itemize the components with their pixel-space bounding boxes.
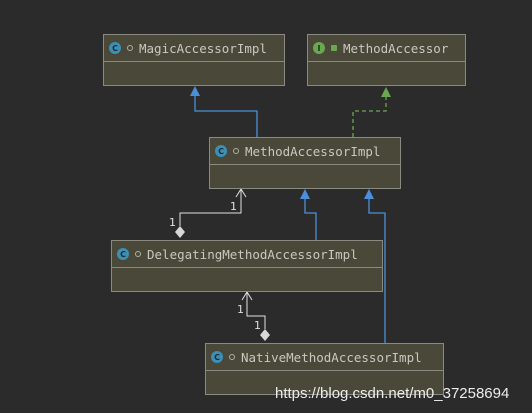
implements-edge-methodaccessor: [352, 97, 387, 137]
class-node-delegating-method-accessor-impl[interactable]: C DelegatingMethodAccessorImpl: [111, 240, 383, 292]
extends-arrowhead-native: [364, 189, 374, 199]
aggregation-diamond-delegating: [175, 226, 185, 238]
class-header: C MethodAccessorImpl: [210, 138, 400, 165]
class-name: NativeMethodAccessorImpl: [241, 349, 422, 365]
multiplicity-label: 1: [254, 319, 261, 332]
extends-edge-magic: [194, 96, 258, 137]
extends-arrowhead-delegating: [300, 189, 310, 199]
class-node-method-accessor-impl[interactable]: C MethodAccessorImpl: [209, 137, 401, 189]
class-header: C NativeMethodAccessorImpl: [206, 344, 443, 371]
multiplicity-label: 1: [230, 200, 237, 213]
class-name: MethodAccessor: [343, 40, 449, 56]
watermark-url: https://blog.csdn.net/m0_37258694: [275, 385, 510, 402]
class-node-method-accessor[interactable]: I MethodAccessor: [307, 34, 466, 86]
abstract-class-icon: C: [215, 145, 227, 157]
class-name: MethodAccessorImpl: [245, 143, 381, 159]
class-icon: C: [117, 248, 129, 260]
package-private-icon: [229, 354, 235, 360]
class-header: I MethodAccessor: [308, 35, 465, 62]
multiplicity-label: 1: [237, 303, 244, 316]
class-icon: C: [109, 42, 121, 54]
multiplicity-label: 1: [169, 216, 176, 229]
class-node-magic-accessor-impl[interactable]: C MagicAccessorImpl: [103, 34, 285, 86]
package-private-icon: [233, 148, 239, 154]
class-icon: C: [211, 351, 223, 363]
extends-edge-delegating: [304, 199, 317, 240]
class-name: DelegatingMethodAccessorImpl: [147, 246, 358, 262]
aggregation-diamond-native: [260, 329, 270, 341]
package-private-icon: [135, 251, 141, 257]
class-header: C MagicAccessorImpl: [104, 35, 284, 62]
class-name: MagicAccessorImpl: [139, 40, 267, 56]
lock-icon: [331, 45, 337, 51]
implements-arrowhead: [381, 87, 391, 97]
interface-icon: I: [313, 42, 325, 54]
extends-arrowhead-magic: [190, 86, 200, 96]
class-header: C DelegatingMethodAccessorImpl: [112, 241, 382, 268]
package-private-icon: [127, 45, 133, 51]
